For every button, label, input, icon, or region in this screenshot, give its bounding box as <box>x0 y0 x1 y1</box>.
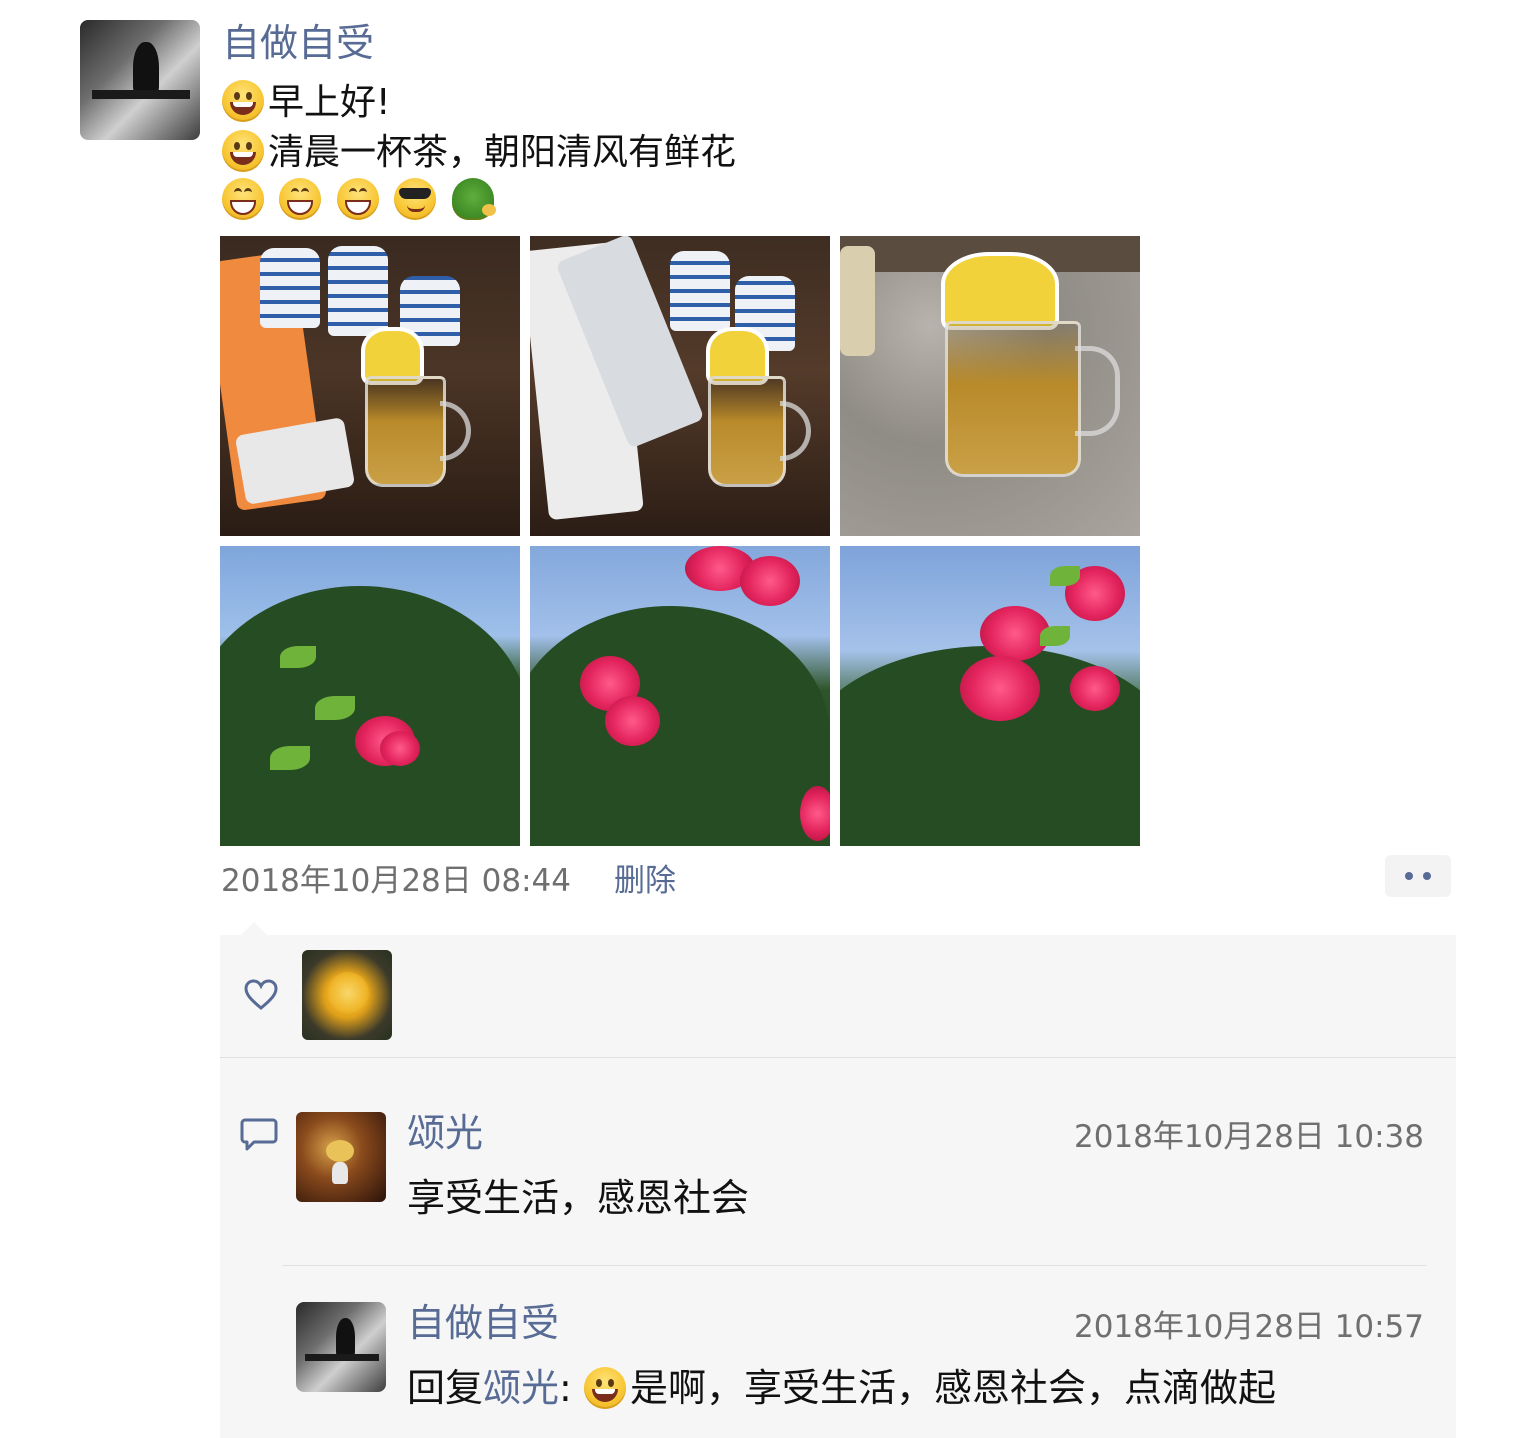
post-timestamp: 2018年10月28日 08:44 <box>221 863 571 899</box>
post-line-1: 早上好! <box>222 78 390 128</box>
grinning-squint-icon <box>279 178 322 220</box>
reply-time: 2018年10月28日 10:57 <box>1074 1309 1424 1345</box>
heart-outline-icon <box>244 979 278 1010</box>
commenter-avatar[interactable] <box>296 1112 386 1202</box>
photo-tea-table-white-card[interactable] <box>530 236 830 536</box>
grin-smile-icon <box>583 1367 626 1409</box>
turtle-icon <box>451 178 496 220</box>
reply-body: 是啊，享受生活，感恩社会，点滴做起 <box>629 1366 1276 1410</box>
comment-bubble-icon <box>240 1118 278 1151</box>
photo-tea-table-orange-card[interactable] <box>220 236 520 536</box>
reply-text[interactable]: 回复颂光: 是啊，享受生活，感恩社会，点滴做起 <box>407 1363 1276 1413</box>
post-line-text: 早上好! <box>268 82 391 123</box>
photo-tea-granite-counter[interactable] <box>840 236 1140 536</box>
photo-sky-bougainvillea[interactable] <box>840 546 1140 846</box>
post-line-2: 清晨一杯茶，朝阳清风有鲜花 <box>222 128 736 178</box>
avatar-bench <box>305 1354 379 1362</box>
commenter-name[interactable]: 颂光 <box>407 1111 483 1155</box>
yellow-flower-avatar[interactable] <box>302 950 392 1040</box>
grin-smile-icon <box>222 80 264 122</box>
cool-sunglasses-icon <box>394 178 437 220</box>
avatar-figure <box>132 41 160 97</box>
author-avatar[interactable] <box>80 20 200 140</box>
likes-divider <box>220 1057 1456 1058</box>
comment-time: 2018年10月28日 10:38 <box>1074 1119 1424 1155</box>
comment-text[interactable]: 享受生活，感恩社会 <box>407 1173 749 1223</box>
post-emoji-row <box>222 176 498 226</box>
reply-prefix: 回复 <box>407 1366 484 1410</box>
grinning-squint-icon <box>222 178 264 220</box>
more-dots-icon[interactable] <box>1385 855 1451 897</box>
comment-divider <box>282 1265 1426 1266</box>
post-line-text: 清晨一杯茶，朝阳清风有鲜花 <box>268 132 737 173</box>
reply-to-name[interactable]: 颂光 <box>483 1366 559 1410</box>
panel-arrow <box>240 922 268 936</box>
delete-link[interactable]: 删除 <box>614 855 676 900</box>
grinning-squint-icon <box>336 178 379 220</box>
photo-hill-bougainvillea[interactable] <box>530 546 830 846</box>
reply-separator: : <box>559 1366 572 1410</box>
replier-name[interactable]: 自做自受 <box>407 1301 559 1345</box>
replier-avatar[interactable] <box>296 1302 386 1392</box>
avatar-bench <box>92 89 191 100</box>
author-name[interactable]: 自做自受 <box>222 19 374 67</box>
interaction-panel: 颂光 2018年10月28日 10:38 享受生活，感恩社会 自做自受 2018… <box>220 935 1456 1438</box>
grin-smile-icon <box>222 130 264 172</box>
photo-hill-pink-flower[interactable] <box>220 546 520 846</box>
